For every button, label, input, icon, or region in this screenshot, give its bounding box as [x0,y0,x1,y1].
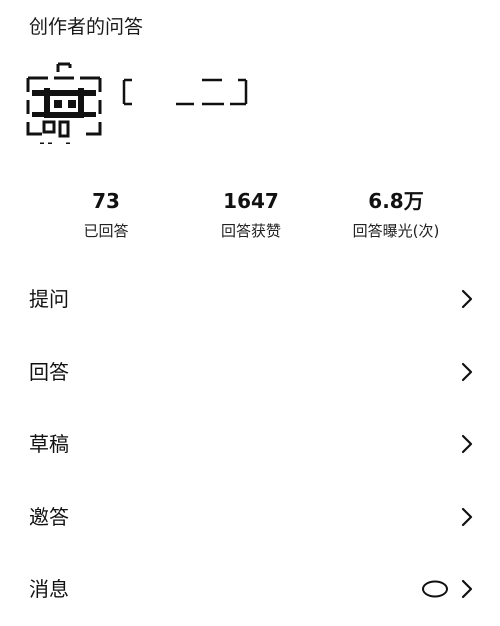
menu-item-drafts[interactable]: 草稿 [0,408,500,481]
redaction-mark [122,78,248,106]
menu-item-answer[interactable]: 回答 [0,336,500,409]
menu-item-messages[interactable]: 消息 [0,553,500,626]
stat-answered[interactable]: 73 已回答 [26,188,186,242]
chevron-right-icon [460,579,474,599]
page-title: 创作者的问答 [29,16,144,38]
stat-value: 6.8万 [368,189,424,213]
stat-exposure[interactable]: 6.8万 回答曝光(次) [316,188,476,242]
chevron-right-icon [460,507,474,527]
menu-list: 提问 回答 草稿 邀答 消息 [0,263,500,626]
avatar[interactable] [24,60,104,144]
user-name-redacted [120,76,254,106]
unread-badge [422,580,448,598]
menu-item-label: 邀答 [29,504,69,529]
stat-label: 回答曝光(次) [352,222,440,240]
menu-item-label: 消息 [29,577,69,602]
menu-item-label: 提问 [29,287,69,312]
stat-label: 回答获赞 [220,222,281,240]
menu-item-label: 草稿 [29,432,69,457]
stat-value: 1647 [223,189,279,213]
menu-item-invitations[interactable]: 邀答 [0,481,500,554]
menu-item-ask[interactable]: 提问 [0,263,500,336]
stat-value: 73 [92,189,120,213]
chevron-right-icon [460,289,474,309]
stats-row: 73 已回答 1647 回答获赞 6.8万 回答曝光(次) [0,188,500,244]
profile-header[interactable] [24,60,484,148]
stat-likes[interactable]: 1647 回答获赞 [171,188,331,242]
chevron-right-icon [460,434,474,454]
stat-label: 已回答 [83,222,129,240]
avatar-redacted-icon [26,62,102,144]
chevron-right-icon [460,362,474,382]
menu-item-label: 回答 [29,359,69,384]
